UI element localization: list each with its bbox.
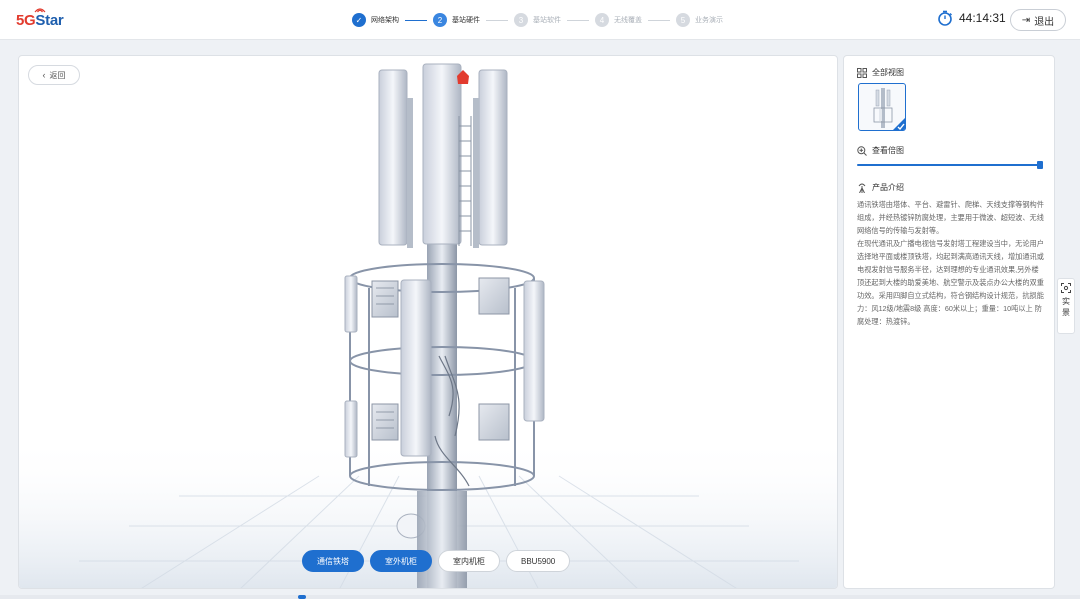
step-2[interactable]: 2 基站硬件 [433, 13, 480, 27]
all-views-title: 全部视图 [872, 68, 904, 77]
live-view-label: 实景 [1062, 297, 1070, 317]
step-2-label: 基站硬件 [452, 17, 480, 24]
step-connector [405, 19, 427, 21]
info-panel: 全部视图 查看倍图 产品介绍 通讯铁塔由塔体、平台、避雷针、爬梯、天线支撑等钢构… [843, 55, 1055, 589]
step-connector [567, 19, 589, 21]
step-4[interactable]: 4 无线覆盖 [595, 13, 642, 27]
tower-3d-model[interactable] [19, 56, 838, 589]
step-4-circle: 4 [595, 13, 609, 27]
top-header: 5GStar ✓ 网络架构 2 基站硬件 3 基站软件 4 无线覆盖 5 业务演… [0, 0, 1080, 40]
logo-text: 5GStar [16, 11, 64, 29]
back-label: 返回 [49, 70, 66, 80]
zoom-slider-handle[interactable] [1037, 161, 1043, 169]
exit-button[interactable]: ⇥ 退出 [1010, 9, 1066, 31]
zoom-title: 查看倍图 [872, 146, 904, 155]
view-thumbnail[interactable] [858, 83, 906, 131]
all-views-header: 全部视图 [857, 67, 904, 78]
exit-label: 退出 [1034, 16, 1055, 28]
logout-icon: ⇥ [1021, 14, 1031, 26]
bottom-scrollbar[interactable] [0, 595, 1080, 599]
step-1-label: 网络架构 [371, 17, 399, 24]
intro-header: 产品介绍 [857, 182, 904, 193]
selected-check-icon [893, 118, 905, 130]
zoom-slider-track [857, 164, 1043, 166]
indoor-cabinet-button[interactable]: 室内机柜 [438, 550, 500, 572]
step-5-circle: 5 [676, 13, 690, 27]
product-intro-text: 通讯铁塔由塔体、平台、避雷针、爬梯、天线支撑等钢构件组成，并经热镀锌防腐处理，主… [857, 198, 1045, 328]
intro-title: 产品介绍 [872, 183, 904, 192]
zoom-header: 查看倍图 [857, 145, 904, 156]
live-view-tab[interactable]: 实景 [1057, 278, 1075, 334]
step-1-circle: ✓ [352, 13, 366, 27]
zoom-in-icon [857, 145, 867, 156]
logo: 5GStar [16, 8, 64, 31]
step-2-circle: 2 [433, 13, 447, 27]
step-5[interactable]: 5 业务演示 [676, 13, 723, 27]
step-connector [648, 19, 670, 21]
view-selector: 通信铁塔 室外机柜 室内机柜 BBU5900 [302, 550, 576, 572]
step-3-label: 基站软件 [533, 17, 561, 24]
step-3[interactable]: 3 基站软件 [514, 13, 561, 27]
back-button[interactable]: ‹ 返回 [28, 65, 80, 85]
grid-icon [857, 67, 867, 78]
bbu5900-button[interactable]: BBU5900 [506, 550, 571, 572]
intro-paragraph: 通讯铁塔由塔体、平台、避雷针、爬梯、天线支撑等钢构件组成，并经热镀锌防腐处理，主… [857, 200, 1044, 235]
signal-wave-icon [34, 8, 46, 13]
antenna-icon [858, 183, 866, 193]
scroll-thumb[interactable] [298, 595, 306, 599]
countdown-timer: 44:14:31 [937, 10, 1006, 26]
app-root: 5GStar ✓ 网络架构 2 基站硬件 3 基站软件 4 无线覆盖 5 业务演… [0, 0, 1080, 599]
scan-icon [1061, 283, 1071, 293]
chevron-left-icon: ‹ [42, 70, 46, 80]
model-viewer[interactable]: ‹ 返回 通信铁塔 室外机柜 室内机柜 BBU5900 [18, 55, 838, 589]
step-5-label: 业务演示 [695, 17, 723, 24]
tower-button[interactable]: 通信铁塔 [302, 550, 364, 572]
progress-steps: ✓ 网络架构 2 基站硬件 3 基站软件 4 无线覆盖 5 业务演示 [352, 12, 723, 28]
step-4-label: 无线覆盖 [614, 17, 642, 24]
step-1[interactable]: ✓ 网络架构 [352, 13, 399, 27]
step-3-circle: 3 [514, 13, 528, 27]
intro-paragraph: 在现代通讯及广播电视信号发射塔工程建设当中，无论用户选择地平面或楼顶铁塔，均起到… [857, 239, 1044, 326]
step-connector [486, 19, 508, 21]
outdoor-cabinet-button[interactable]: 室外机柜 [370, 550, 432, 572]
timer-value: 44:14:31 [959, 11, 1006, 25]
stopwatch-icon [938, 10, 952, 26]
zoom-slider[interactable] [857, 161, 1043, 169]
